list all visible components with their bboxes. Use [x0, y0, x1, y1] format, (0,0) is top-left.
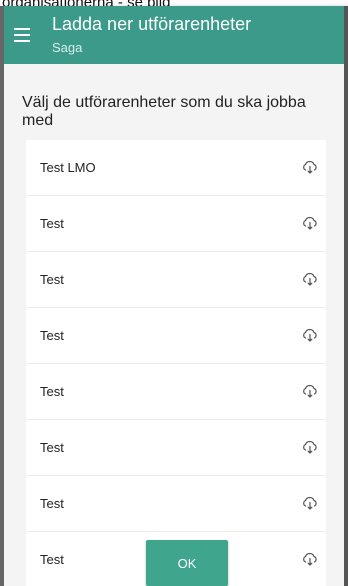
list-item-label: Test LMO: [40, 160, 96, 175]
cloud-download-icon[interactable]: [302, 440, 318, 454]
list-item[interactable]: Test: [26, 196, 326, 252]
content-area: Välj de utförarenheter som du ska jobba …: [4, 64, 344, 586]
unit-list: Test LMO Test Test Test Test Test Test T…: [26, 140, 326, 586]
app-title: Ladda ner utförarenheter: [52, 14, 252, 34]
cloud-download-icon[interactable]: [302, 328, 318, 342]
list-item-label: Test: [40, 496, 64, 511]
list-item[interactable]: Test: [26, 308, 326, 364]
list-item-label: Test: [40, 440, 64, 455]
cloud-download-icon[interactable]: [302, 272, 318, 286]
list-item[interactable]: Test: [26, 476, 326, 532]
page-heading: Välj de utförarenheter som du ska jobba …: [22, 94, 306, 129]
cloud-download-icon[interactable]: [302, 160, 318, 174]
list-item[interactable]: Test: [26, 252, 326, 308]
list-item[interactable]: Test: [26, 420, 326, 476]
list-item-label: Test: [40, 272, 64, 287]
cloud-download-icon[interactable]: [302, 216, 318, 230]
list-item[interactable]: Test LMO: [26, 140, 326, 196]
list-item-label: Test: [40, 384, 64, 399]
cloud-download-icon[interactable]: [302, 384, 318, 398]
app-subtitle: Saga: [52, 40, 83, 55]
screenshot: organisationerna - se bild Ladda ner utf…: [0, 0, 348, 586]
phone-screen: Ladda ner utförarenheter Saga Välj de ut…: [0, 6, 348, 586]
cloud-download-icon[interactable]: [302, 552, 318, 566]
list-item-label: Test: [40, 328, 64, 343]
list-item-label: Test: [40, 216, 64, 231]
list-item[interactable]: Test: [26, 364, 326, 420]
menu-icon[interactable]: [14, 28, 30, 42]
cloud-download-icon[interactable]: [302, 496, 318, 510]
list-item-label: Test: [40, 552, 64, 567]
ok-button[interactable]: OK: [146, 540, 228, 586]
app-bar: Ladda ner utförarenheter Saga: [4, 6, 344, 64]
